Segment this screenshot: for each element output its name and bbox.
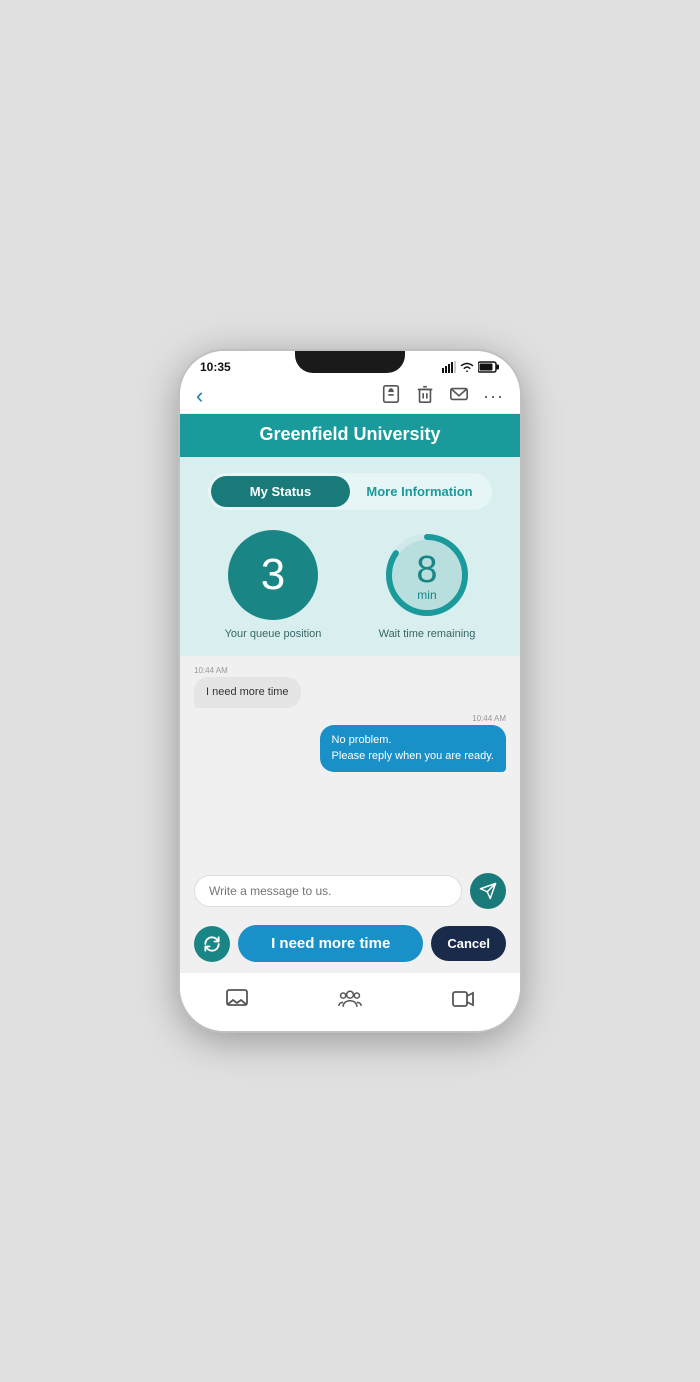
wait-time-item: 8 min Wait time remaining <box>379 530 476 640</box>
status-circles: 3 Your queue position 8 <box>196 530 504 640</box>
message-input[interactable] <box>194 875 462 907</box>
delete-button[interactable] <box>415 384 435 409</box>
wait-time-label: Wait time remaining <box>379 628 476 640</box>
msg-bubble-1: I need more time <box>194 677 301 708</box>
message-row-1: 10:44 AM I need more time <box>194 666 506 708</box>
chat-area: 10:44 AM I need more time 10:44 AM No pr… <box>180 656 520 865</box>
refresh-icon <box>202 934 222 954</box>
wait-time-circle: 8 min <box>382 530 472 620</box>
msg-time-2: 10:44 AM <box>472 714 506 723</box>
wait-time-unit: min <box>417 588 436 602</box>
notch <box>295 351 405 373</box>
send-icon <box>479 882 497 900</box>
more-button[interactable]: ··· <box>483 386 504 407</box>
send-button[interactable] <box>470 873 506 909</box>
tab-my-status[interactable]: My Status <box>211 476 350 507</box>
quick-message-button[interactable]: I need more time <box>238 925 423 962</box>
app-header: Greenfield University <box>180 414 520 457</box>
refresh-button[interactable] <box>194 926 230 962</box>
quick-action-row: I need more time Cancel <box>180 917 520 972</box>
wait-time-number: 8 <box>416 549 437 592</box>
message-row-2: 10:44 AM No problem.Please reply when yo… <box>194 714 506 772</box>
app-title: Greenfield University <box>259 424 440 444</box>
queue-position-label: Your queue position <box>225 628 322 640</box>
status-area: 3 Your queue position 8 <box>180 520 520 656</box>
tab-switcher: My Status More Information <box>208 473 492 510</box>
wait-time-inner: 8 min <box>416 549 437 602</box>
wifi-icon <box>460 361 474 373</box>
queue-position-number: 3 <box>261 550 285 600</box>
status-icons <box>442 361 500 373</box>
toolbar-actions: ··· <box>381 384 504 409</box>
msg-text-2: No problem.Please reply when you are rea… <box>332 734 494 761</box>
cancel-button[interactable]: Cancel <box>431 926 506 961</box>
toolbar: ‹ <box>180 379 520 414</box>
nav-video[interactable] <box>445 981 481 1017</box>
battery-icon <box>478 361 500 373</box>
signal-icon <box>442 361 456 373</box>
video-icon <box>451 987 475 1011</box>
add-button[interactable] <box>381 384 401 409</box>
nav-chat[interactable] <box>219 981 255 1017</box>
phone-frame: 10:35 ‹ <box>180 351 520 1031</box>
bottom-nav <box>180 972 520 1031</box>
msg-bubble-2: No problem.Please reply when you are rea… <box>320 725 506 772</box>
back-button[interactable]: ‹ <box>196 383 203 409</box>
msg-time-1: 10:44 AM <box>194 666 228 675</box>
tab-more-info[interactable]: More Information <box>350 476 489 507</box>
msg-text-1: I need more time <box>206 686 289 698</box>
queue-position-item: 3 Your queue position <box>225 530 322 640</box>
mail-button[interactable] <box>449 384 469 409</box>
message-input-row <box>180 865 520 917</box>
team-icon <box>338 987 362 1011</box>
status-time: 10:35 <box>200 360 231 374</box>
queue-position-circle: 3 <box>228 530 318 620</box>
chat-icon <box>225 987 249 1011</box>
nav-team[interactable] <box>332 981 368 1017</box>
